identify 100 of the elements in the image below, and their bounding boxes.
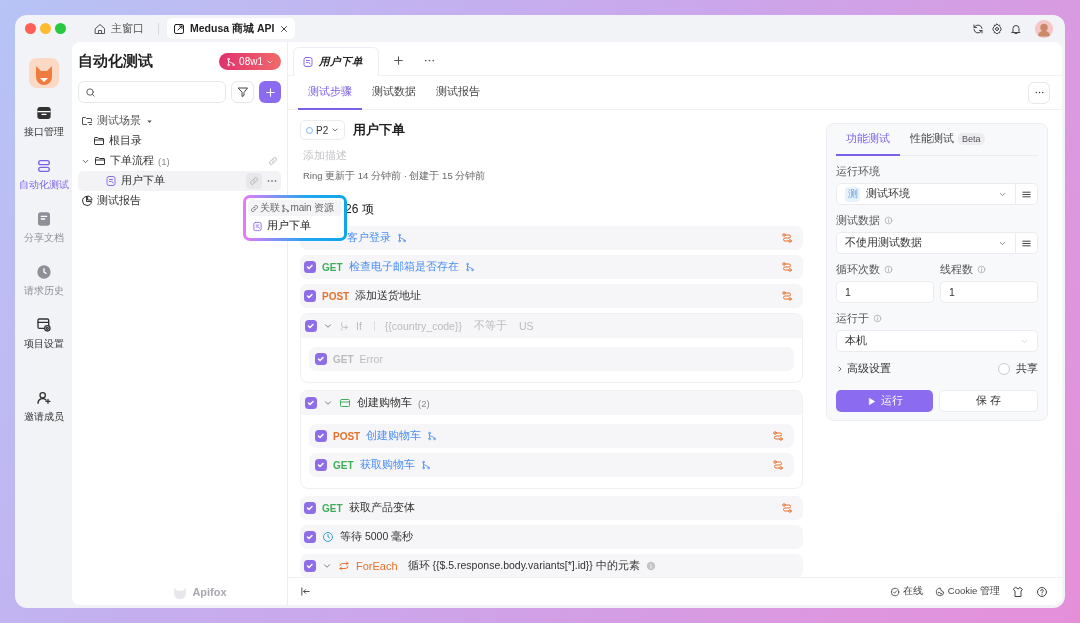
tab[interactable]: 测试数据 [362, 76, 426, 110]
chevron-icon[interactable] [323, 398, 333, 408]
step-row[interactable]: POST 添加送货地址 [300, 284, 803, 308]
info-icon [884, 265, 893, 274]
checkbox[interactable] [304, 531, 316, 543]
chevron-icon[interactable] [322, 561, 332, 571]
step-row[interactable]: ForEach 循环 {{$.5.response.body.variants[*].id}} 中的元素 [300, 554, 803, 577]
plus-icon [263, 85, 277, 99]
checkbox[interactable] [305, 397, 317, 409]
share-radio[interactable] [998, 363, 1010, 375]
avatar-icon[interactable] [1035, 19, 1053, 38]
filter-button[interactable] [231, 81, 254, 103]
nav-item[interactable]: 自动化测试 [18, 158, 69, 211]
branch-icon [420, 460, 431, 470]
chevron-icon[interactable] [323, 321, 333, 331]
tree-item[interactable]: 根目录 [109, 134, 142, 148]
close-icon[interactable] [279, 23, 290, 34]
checkbox[interactable] [304, 261, 316, 273]
checkbox[interactable] [315, 459, 327, 471]
window-link-icon [173, 22, 185, 35]
shirt-icon[interactable] [1012, 585, 1024, 598]
flow-icon[interactable] [781, 290, 793, 302]
nav-item[interactable]: 邀请成员 [23, 390, 64, 443]
filter-icon [236, 86, 249, 98]
tree-section-label[interactable]: 测试场景 [97, 114, 141, 128]
play-icon [866, 396, 876, 406]
info-icon [977, 265, 986, 274]
info-icon [884, 216, 893, 225]
method-label: POST [322, 290, 350, 302]
save-button[interactable]: 保 存 [939, 390, 1038, 412]
menu-button[interactable] [1016, 183, 1038, 205]
window-tab[interactable]: Medusa 商城 API [167, 18, 296, 39]
group-name: 创建购物车 [357, 396, 412, 410]
method-label: GET [333, 353, 354, 365]
environment-select[interactable]: 测 测试环境 [836, 183, 1016, 205]
branch-badge[interactable]: 08w1 [219, 53, 281, 70]
step-name: 添加送货地址 [355, 289, 422, 303]
nav-item[interactable]: 接口管理 [23, 105, 64, 158]
checkbox[interactable] [315, 430, 327, 442]
branch-arrow-icon [339, 320, 350, 332]
tab[interactable]: 测试步骤 [298, 76, 362, 110]
add-button[interactable] [259, 81, 281, 103]
run-button[interactable]: 运行 [836, 390, 933, 412]
flow-icon[interactable] [781, 261, 793, 273]
advanced-settings-toggle[interactable]: 高级设置 [836, 362, 891, 376]
checkbox[interactable] [304, 502, 316, 514]
flow-icon[interactable] [781, 232, 793, 244]
settings-icon[interactable] [991, 22, 1003, 35]
chevron-icon [836, 365, 844, 373]
link-icon [250, 203, 259, 213]
report-icon [81, 195, 93, 207]
refresh-icon[interactable] [972, 22, 984, 35]
tree-item[interactable]: 下单流程 [110, 154, 154, 168]
flow-icon[interactable] [772, 430, 784, 442]
collapse-icon [300, 586, 311, 597]
tab[interactable]: 性能测试 Beta [900, 124, 995, 156]
bell-icon[interactable] [1010, 22, 1022, 35]
info-icon [645, 561, 656, 571]
branch-icon [226, 56, 237, 67]
link-menu-item[interactable]: 关联 main 资源 [248, 200, 342, 216]
menu-button[interactable] [1016, 232, 1038, 254]
help-icon[interactable] [1036, 585, 1048, 598]
tab[interactable]: 测试报告 [426, 76, 490, 110]
cookie-button[interactable]: Cookie 管理 [934, 585, 1000, 598]
condition-value: US [518, 320, 534, 332]
checkbox[interactable] [304, 290, 316, 302]
run-on-select[interactable]: 本机 [836, 330, 1038, 352]
input-field[interactable]: 1 [836, 281, 934, 303]
chevron-icon [331, 126, 340, 134]
close-window-button[interactable] [25, 23, 36, 34]
condition-keyword: If [356, 320, 362, 332]
priority-select[interactable]: P2 [300, 120, 346, 140]
step-row[interactable]: GET 获取产品变体 [300, 496, 803, 520]
app-logo-icon [28, 58, 59, 88]
search-field[interactable] [78, 81, 226, 103]
step-name: Error [359, 353, 383, 365]
document-icon [35, 211, 52, 227]
editor-tab[interactable]: 用户下单 [293, 47, 379, 76]
input-field[interactable]: 1 [940, 281, 1038, 303]
tree-item[interactable]: 用户下单 [121, 174, 165, 188]
online-status[interactable]: 在线 [889, 585, 923, 598]
checkbox[interactable] [305, 320, 317, 332]
step-name: 获取购物车 [359, 458, 415, 472]
scenario-icon [302, 56, 314, 68]
flow-icon[interactable] [772, 459, 784, 471]
scenario-icon [105, 175, 117, 187]
add-tab-icon[interactable] [392, 54, 405, 67]
nav-item[interactable]: 项目设置 [23, 317, 64, 370]
step-row[interactable]: 等待 5000 毫秒 [300, 525, 803, 549]
test-data-select[interactable]: 不使用测试数据 [836, 232, 1016, 254]
window-tab[interactable]: 主窗口 [88, 18, 150, 39]
maximize-window-button[interactable] [55, 23, 66, 34]
tree-section-label[interactable]: 测试报告 [97, 194, 141, 208]
collapse-button[interactable] [300, 586, 311, 597]
step-name: 检查电子邮箱是否存在 [348, 260, 459, 274]
checkbox[interactable] [304, 560, 316, 572]
cookie-icon [934, 586, 945, 597]
condition-variable: {{country_code}} [384, 320, 462, 332]
tab[interactable]: 功能测试 [836, 124, 900, 156]
flow-icon[interactable] [781, 502, 793, 514]
